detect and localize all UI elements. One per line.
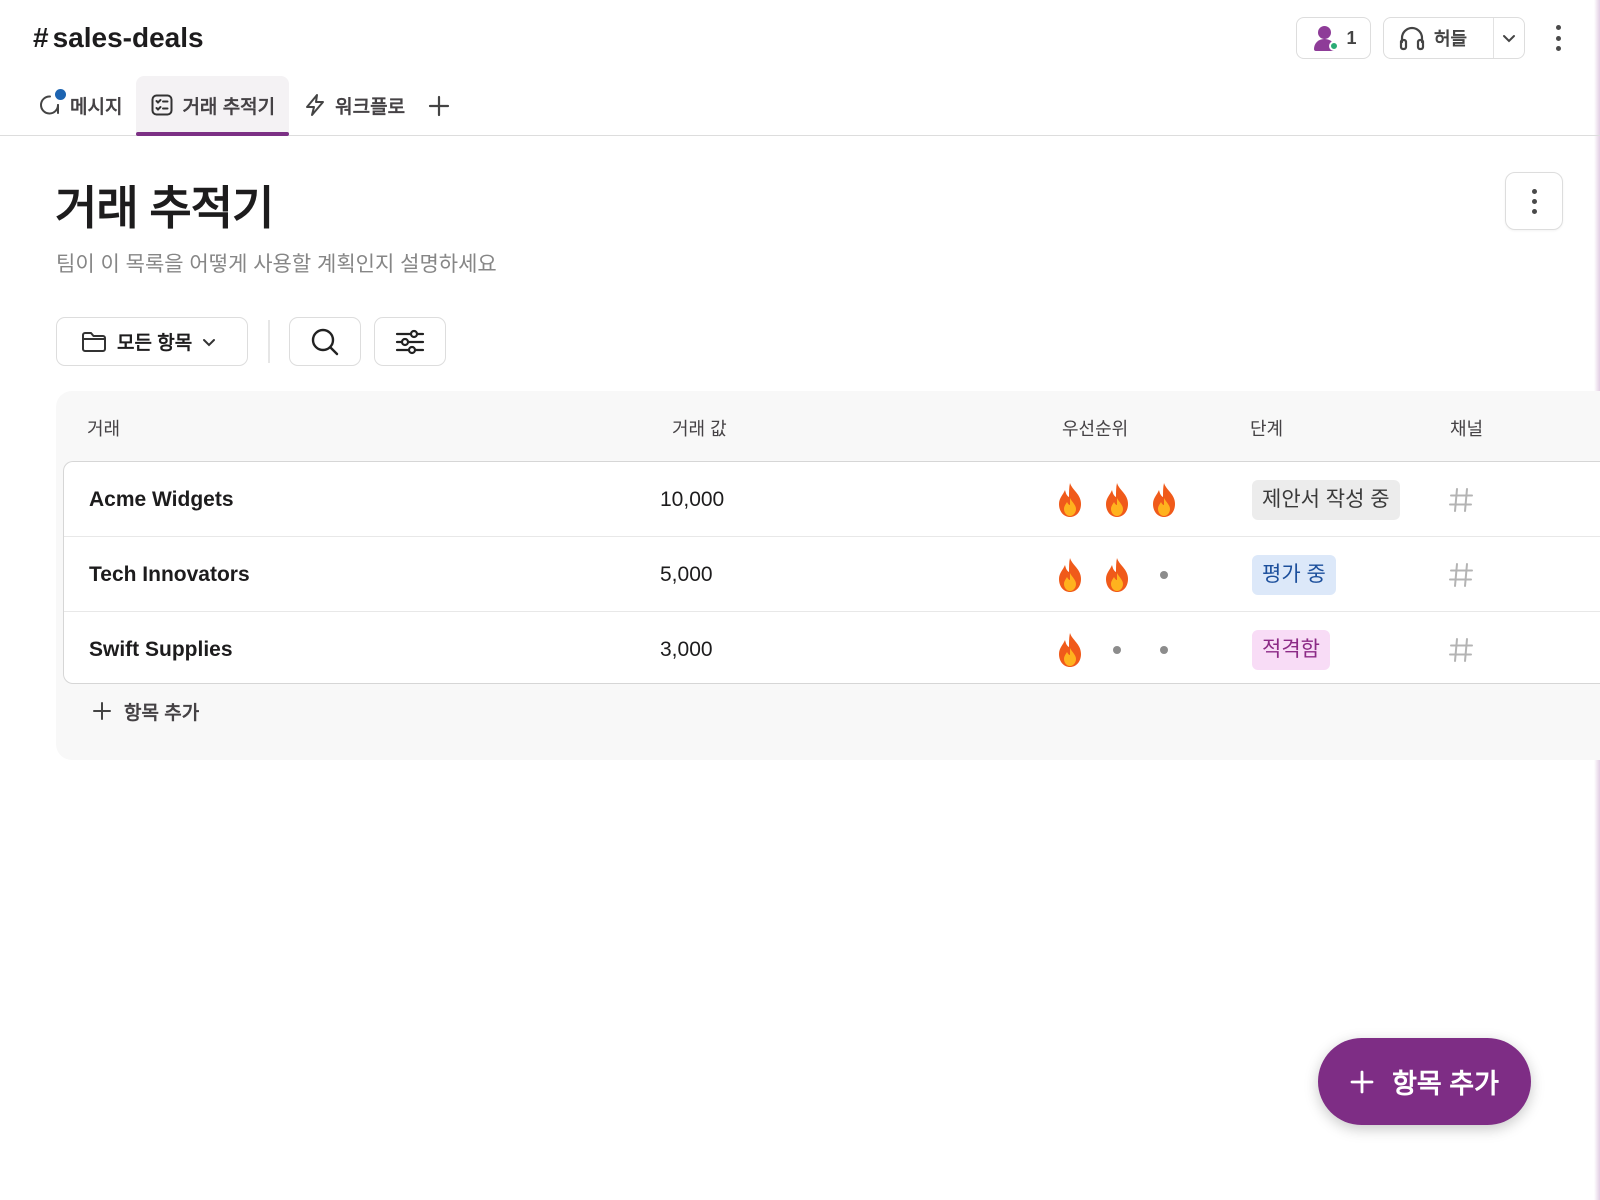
stage-badge: 평가 중: [1252, 554, 1336, 595]
tab-workflow[interactable]: 워크플로: [289, 76, 419, 134]
fab-label: 항목 추가: [1392, 1069, 1499, 1099]
channel-hash-icon: [1449, 562, 1473, 587]
channel-cell[interactable]: [1448, 612, 1474, 687]
deal-name[interactable]: Swift Supplies: [89, 612, 233, 687]
lightning-icon: [306, 94, 325, 116]
view-selector-label: 모든 항목: [117, 333, 193, 354]
flame-icon[interactable]: [1046, 482, 1093, 518]
channel-cell[interactable]: [1448, 462, 1474, 537]
table-row[interactable]: Tech Innovators 5,000 평가 중: [64, 537, 1600, 612]
channel-name: sales-deals: [52, 22, 204, 53]
priority-rating[interactable]: [1046, 462, 1187, 537]
deal-name[interactable]: Acme Widgets: [89, 462, 234, 537]
flame-icon[interactable]: [1046, 632, 1093, 668]
unread-dot: [55, 89, 66, 100]
dot-icon: [1112, 645, 1121, 654]
empty-priority-dot[interactable]: [1140, 645, 1187, 654]
page-description[interactable]: 팀이 이 목록을 어떻게 사용할 계획인지 설명하세요: [56, 248, 497, 278]
table-row[interactable]: Acme Widgets 10,000 제안서 작성 중: [64, 462, 1600, 537]
stage-cell[interactable]: 적격함: [1252, 612, 1330, 687]
sliders-icon: [395, 329, 425, 354]
table-row[interactable]: Swift Supplies 3,000 적격함: [64, 612, 1600, 687]
add-item-fab[interactable]: 항목 추가: [1318, 1038, 1531, 1125]
search-button[interactable]: [289, 317, 361, 366]
plus-icon: [1350, 1070, 1374, 1093]
channel-header: # sales-deals 1 허들 메시지 거래 추적기 워크플로: [0, 0, 1600, 136]
plus-icon: [428, 95, 450, 117]
chevron-down-icon: [1503, 35, 1515, 43]
list-options-button[interactable]: [1505, 172, 1563, 230]
tab-label: 워크플로: [335, 96, 406, 118]
member-avatar-icon: [1310, 24, 1340, 52]
view-selector-button[interactable]: 모든 항목: [56, 317, 248, 366]
page-title: 거래 추적기: [55, 182, 274, 234]
huddle-options-button[interactable]: [1494, 33, 1524, 43]
deal-value[interactable]: 5,000: [660, 537, 713, 612]
flame-icon[interactable]: [1093, 557, 1140, 593]
channel-cell[interactable]: [1448, 537, 1474, 612]
folder-icon: [82, 331, 106, 352]
empty-priority-dot[interactable]: [1093, 645, 1140, 654]
list-icon: [151, 94, 173, 116]
channel-title[interactable]: # sales-deals: [33, 22, 204, 54]
dot-icon: [1159, 570, 1168, 579]
channel-hash-icon: [1449, 637, 1473, 662]
more-options-icon[interactable]: [1548, 22, 1568, 54]
priority-rating[interactable]: [1046, 612, 1187, 687]
column-header-value[interactable]: 거래 값: [672, 415, 727, 441]
priority-rating[interactable]: [1046, 537, 1187, 612]
flame-icon[interactable]: [1093, 482, 1140, 518]
table-body: Acme Widgets 10,000 제안서 작성 중 Tech Innova…: [63, 461, 1600, 684]
tab-deal-tracker[interactable]: 거래 추적기: [136, 76, 290, 136]
chevron-down-icon: [203, 338, 216, 346]
member-count: 1: [1346, 27, 1357, 48]
flame-icon[interactable]: [1046, 557, 1093, 593]
add-item-row-button[interactable]: 항목 추가: [92, 691, 199, 731]
message-icon: [38, 89, 66, 117]
stage-cell[interactable]: 평가 중: [1252, 537, 1336, 612]
column-header-channel[interactable]: 채널: [1450, 415, 1483, 441]
plus-icon: [93, 702, 111, 720]
add-tab-button[interactable]: [419, 76, 459, 136]
deal-value[interactable]: 3,000: [660, 612, 713, 687]
deal-name[interactable]: Tech Innovators: [89, 537, 250, 612]
deal-value[interactable]: 10,000: [660, 462, 724, 537]
dot-icon: [1159, 645, 1168, 654]
column-header-priority[interactable]: 우선순위: [1062, 415, 1128, 441]
huddle-button-group: 허들: [1383, 17, 1525, 59]
flame-icon[interactable]: [1140, 482, 1187, 518]
stage-cell[interactable]: 제안서 작성 중: [1252, 462, 1400, 537]
column-header-deal[interactable]: 거래: [87, 415, 120, 441]
tab-messages[interactable]: 메시지: [24, 76, 136, 134]
add-item-label: 항목 추가: [124, 702, 200, 724]
channel-tabs: 메시지 거래 추적기 워크플로: [24, 76, 459, 136]
filter-button[interactable]: [374, 317, 446, 366]
toolbar-divider: [268, 320, 270, 363]
tab-label: 메시지: [70, 96, 123, 118]
tab-label: 거래 추적기: [182, 96, 276, 118]
huddle-label: 허들: [1434, 29, 1468, 49]
column-header-stage[interactable]: 단계: [1250, 415, 1283, 441]
stage-badge: 제안서 작성 중: [1252, 479, 1400, 520]
stage-badge: 적격함: [1252, 629, 1330, 670]
members-button[interactable]: 1: [1296, 17, 1371, 59]
channel-hash-icon: #: [33, 22, 49, 53]
empty-priority-dot[interactable]: [1140, 570, 1187, 579]
deals-table: 거래 거래 값 우선순위 단계 채널 Acme Widgets 10,000 제…: [56, 391, 1600, 760]
channel-hash-icon: [1449, 487, 1473, 512]
headphones-icon: [1399, 26, 1425, 51]
huddle-button[interactable]: 허들: [1384, 18, 1494, 58]
search-icon: [311, 328, 339, 355]
